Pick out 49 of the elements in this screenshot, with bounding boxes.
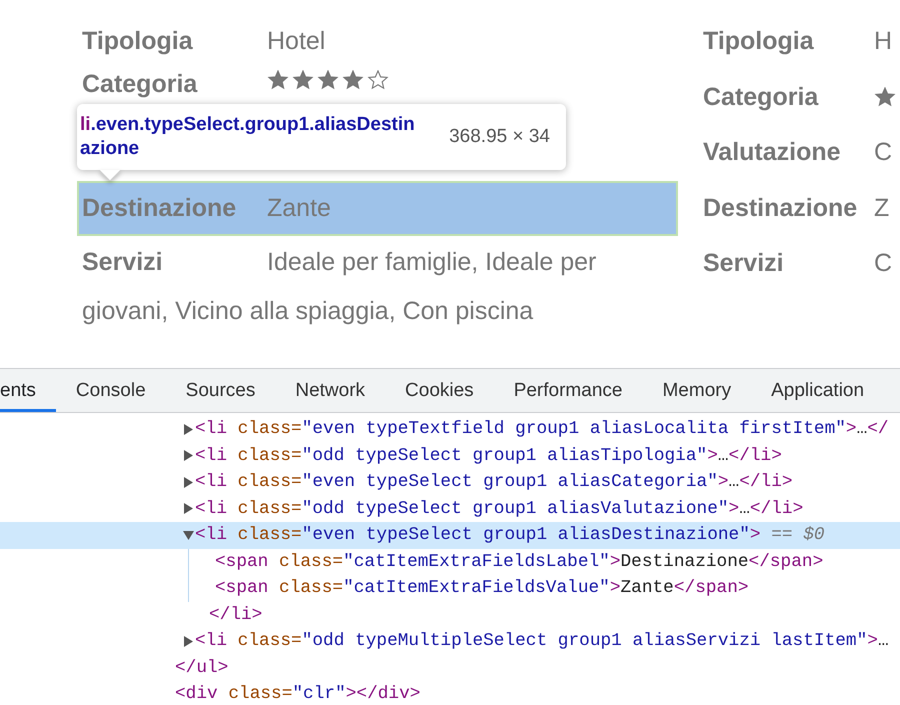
field-label: Tipologia xyxy=(703,27,815,56)
devtools-tab[interactable]: ents xyxy=(0,369,56,412)
element-size: 368.95 × 34 xyxy=(449,126,550,148)
field-value: H xyxy=(874,27,892,56)
selected-row[interactable]: <li class="even typeSelect group1 aliasDestinazione"> == $0 xyxy=(0,522,900,548)
caret-icon[interactable] xyxy=(184,636,192,647)
caret-icon[interactable] xyxy=(184,476,192,488)
markup-line[interactable]: </li> xyxy=(209,604,262,625)
caret-icon[interactable] xyxy=(184,424,192,435)
caret-icon[interactable] xyxy=(182,530,194,540)
markup-line[interactable]: <li class="odd typeMultipleSelect group1 aliasServizi lastItem">… xyxy=(195,631,889,652)
markup-line[interactable]: <span class="catItemExtraFieldsValue">Zante</span> xyxy=(215,578,749,598)
star-icon xyxy=(367,70,389,90)
field-value: Zante xyxy=(267,194,331,223)
caret-icon[interactable] xyxy=(184,450,192,462)
devtools-tab[interactable]: Console xyxy=(56,369,166,412)
star-icon xyxy=(267,70,289,90)
field-text: Servizi Ideale per famiglie, Ideale per giovani, Vicino alla spiaggia, Con piscina xyxy=(81,247,598,327)
markup-line[interactable]: <div class="clr"></div> xyxy=(175,684,420,704)
markup-line[interactable]: <li class="even typeSelect group1 aliasDestinazione"> == $0 xyxy=(195,525,825,546)
markup-line[interactable]: <span class="catItemExtraFieldsLabel">Destinazione</span> xyxy=(215,552,824,572)
star-icon xyxy=(342,70,364,90)
field-label: Servizi xyxy=(703,249,785,278)
markup-line[interactable]: </ul> xyxy=(175,658,228,678)
field-label: Categoria xyxy=(82,70,198,98)
devtools-tab[interactable]: Application xyxy=(751,369,884,412)
star-icon xyxy=(874,86,896,108)
field-label: Destinazione xyxy=(703,194,858,223)
devtools-tab[interactable]: Sources xyxy=(166,369,276,412)
star-icon xyxy=(317,70,339,90)
field-label: Valutazione xyxy=(703,138,842,168)
star-icon xyxy=(292,70,314,90)
field-value: Hotel xyxy=(267,27,326,56)
devtools-tab[interactable]: Memory xyxy=(642,369,752,412)
caret-icon[interactable] xyxy=(184,503,192,514)
field-value: Z xyxy=(874,194,890,223)
markup-line[interactable]: <li class="even typeSelect group1 aliasCategoria">…</li> xyxy=(195,472,793,492)
devtools-tab[interactable]: Cookies xyxy=(385,369,494,412)
field-label: Categoria xyxy=(703,82,820,112)
markup-line[interactable]: <li class="odd typeSelect group1 aliasValutazione">…</li> xyxy=(195,498,804,519)
field-label: Tipologia xyxy=(82,27,194,56)
devtools-tab[interactable]: Network xyxy=(275,369,386,412)
markup-line[interactable]: <li class="odd typeSelect group1 aliasTipologia">…</li> xyxy=(195,446,782,466)
field-value: C xyxy=(874,138,892,168)
markup-line[interactable]: <li class="even typeTextfield group1 aliasLocalita firstItem">…</ xyxy=(195,419,889,440)
field-label: Destinazione xyxy=(82,194,238,223)
element-selector: li.even.typeSelect.group1.aliasDestinazione xyxy=(79,113,416,161)
devtools-tab[interactable]: Performance xyxy=(494,369,642,412)
field-value: C xyxy=(874,249,892,278)
